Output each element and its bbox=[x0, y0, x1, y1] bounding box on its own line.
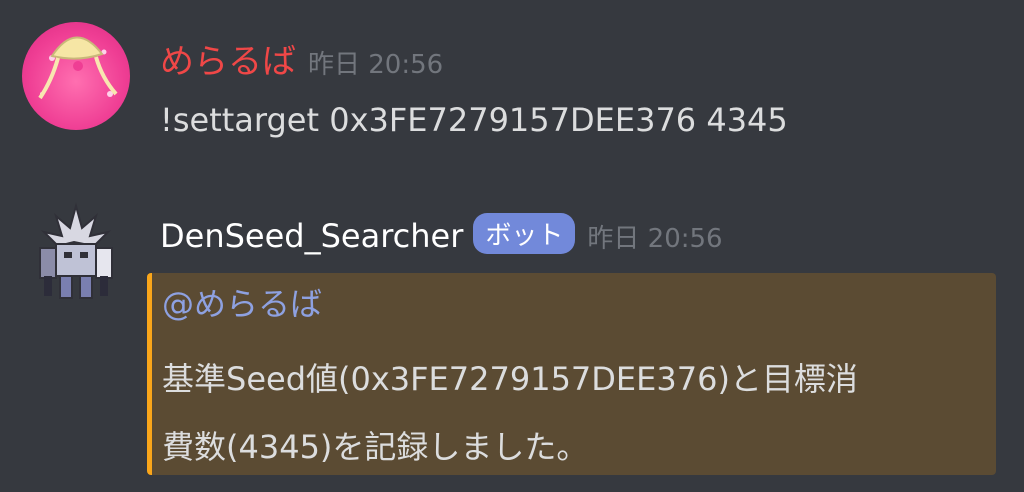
username[interactable]: めらるば bbox=[160, 34, 296, 83]
message-user: めらるば 昨日 20:56 !settarget 0x3FE7279157DEE… bbox=[0, 0, 1024, 180]
user-avatar[interactable] bbox=[22, 22, 130, 130]
embed-description: 基準Seed値(0x3FE7279157DEE376)と目標消 費数(4345)… bbox=[162, 345, 982, 481]
bot-avatar[interactable] bbox=[22, 200, 130, 308]
bot-badge: ボット bbox=[473, 213, 576, 254]
username[interactable]: DenSeed_Searcher bbox=[160, 217, 463, 255]
pokemon-sprite-icon bbox=[39, 202, 113, 299]
timestamp: 昨日 20:56 bbox=[587, 224, 723, 254]
embed-description-line: 費数(4345)を記録しました。 bbox=[162, 428, 589, 466]
bot-embed: @めらるば 基準Seed値(0x3FE7279157DEE376)と目標消 費数… bbox=[147, 273, 996, 475]
message-header: めらるば 昨日 20:56 bbox=[160, 34, 443, 83]
message-content: !settarget 0x3FE7279157DEE376 4345 bbox=[160, 101, 788, 139]
message-header: DenSeed_Searcher ボット 昨日 20:56 bbox=[160, 213, 723, 257]
chat-log: めらるば 昨日 20:56 !settarget 0x3FE7279157DEE… bbox=[0, 0, 1024, 492]
embed-description-line: 基準Seed値(0x3FE7279157DEE376)と目標消 bbox=[162, 360, 858, 398]
user-mention[interactable]: @めらるば bbox=[162, 279, 322, 325]
jellyfish-icon bbox=[38, 36, 118, 100]
timestamp: 昨日 20:56 bbox=[308, 50, 444, 80]
